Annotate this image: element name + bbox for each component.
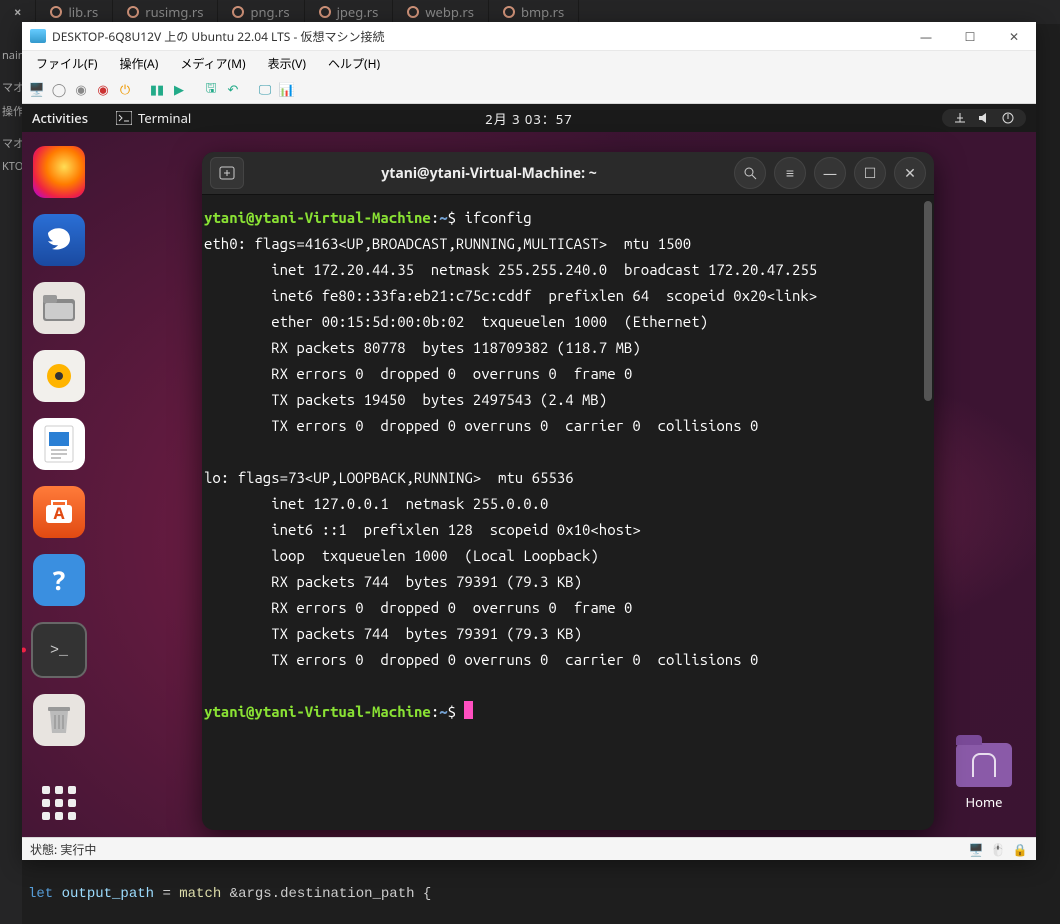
terminal-minimize[interactable]: —: [814, 157, 846, 189]
topbar-app[interactable]: Terminal: [116, 109, 191, 127]
dock-software[interactable]: A: [33, 486, 85, 538]
svg-text:A: A: [53, 502, 65, 524]
power-icon: [1000, 111, 1016, 125]
vm-icon: [30, 29, 46, 43]
terminal-scrollbar[interactable]: [924, 201, 932, 401]
terminal-header[interactable]: ytani@ytani-Virtual-Machine: ~ ≡ — ☐ ✕: [202, 152, 934, 195]
editor-tabs: × lib.rs rusimg.rs png.rs jpeg.rs webp.r…: [0, 0, 1060, 24]
status-mouse-icon[interactable]: 🖱️: [990, 841, 1006, 857]
terminal-icon: [116, 111, 132, 125]
dock-trash[interactable]: [33, 694, 85, 746]
editor-code-line: let output_path = match &args.destinatio…: [22, 886, 1060, 906]
editor-tab[interactable]: lib.rs: [36, 0, 113, 24]
terminal-title: ytani@ytani-Virtual-Machine: ~: [252, 164, 726, 183]
status-lock-icon[interactable]: 🔒: [1012, 841, 1028, 857]
dock-thunderbird[interactable]: [33, 214, 85, 266]
editor-tab[interactable]: bmp.rs: [489, 0, 579, 24]
dock-firefox[interactable]: [33, 146, 85, 198]
dock-terminal[interactable]: [31, 622, 87, 678]
terminal-output: ytani@ytani-Virtual-Machine:~$ ifconfig …: [202, 205, 930, 725]
dock-help[interactable]: ?: [33, 554, 85, 606]
gnome-dock: A ?: [22, 132, 96, 837]
dock-libreoffice[interactable]: [33, 418, 85, 470]
menu-action[interactable]: 操作(A): [109, 53, 168, 74]
gnome-desktop[interactable]: Activities Terminal 2月 3 03：57: [22, 104, 1036, 837]
cursor: [464, 701, 473, 719]
terminal-maximize[interactable]: ☐: [854, 157, 886, 189]
vm-menubar: ファイル(F) 操作(A) メディア(M) 表示(V) ヘルプ(H): [22, 51, 1036, 75]
terminal-close[interactable]: ✕: [894, 157, 926, 189]
turnoff-icon[interactable]: ◉: [94, 80, 112, 98]
editor-tab[interactable]: rusimg.rs: [113, 0, 218, 24]
editor-tab[interactable]: jpeg.rs: [305, 0, 394, 24]
search-button[interactable]: [734, 157, 766, 189]
dock-rhythmbox[interactable]: [33, 350, 85, 402]
vm-toolbar: 🖥️ ◯ ◉ ◉ ⏻ ▮▮ ▶ 🖫 ↶ 🖵 📊: [22, 75, 1036, 104]
vm-statusbar: 状態: 実行中 🖥️ 🖱️ 🔒: [22, 837, 1036, 860]
reset-icon[interactable]: ⏻: [116, 80, 134, 98]
enhanced-icon[interactable]: 🖵: [256, 80, 274, 98]
start-icon[interactable]: ▶: [170, 80, 188, 98]
minimize-button[interactable]: —: [904, 22, 948, 50]
close-button[interactable]: ✕: [992, 22, 1036, 50]
menu-help[interactable]: ヘルプ(H): [318, 53, 390, 74]
terminal-body[interactable]: ytani@ytani-Virtual-Machine:~$ ifconfig …: [202, 195, 934, 830]
share-icon[interactable]: 📊: [278, 80, 296, 98]
dock-files[interactable]: [33, 282, 85, 334]
volume-icon: [976, 111, 992, 125]
dock-show-apps[interactable]: [39, 783, 79, 823]
menu-view[interactable]: 表示(V): [258, 53, 316, 74]
gnome-topbar: Activities Terminal 2月 3 03：57: [22, 104, 1036, 132]
menu-button[interactable]: ≡: [774, 157, 806, 189]
shutdown-icon[interactable]: ◉: [72, 80, 90, 98]
menu-media[interactable]: メディア(M): [170, 53, 255, 74]
menu-file[interactable]: ファイル(F): [26, 53, 107, 74]
network-icon: [952, 111, 968, 125]
terminal-window: ytani@ytani-Virtual-Machine: ~ ≡ — ☐ ✕ y…: [202, 152, 934, 830]
status-display-icon[interactable]: 🖥️: [968, 841, 984, 857]
desktop-home-folder[interactable]: Home: [956, 743, 1012, 811]
ctrl-alt-del-icon[interactable]: 🖥️: [28, 80, 46, 98]
pause-icon[interactable]: ▮▮: [148, 80, 166, 98]
editor-tab-close[interactable]: ×: [0, 0, 36, 24]
vm-window: DESKTOP-6Q8U12V 上の Ubuntu 22.04 LTS - 仮想…: [22, 22, 1036, 860]
vm-title: DESKTOP-6Q8U12V 上の Ubuntu 22.04 LTS - 仮想…: [52, 28, 904, 45]
maximize-button[interactable]: ☐: [948, 22, 992, 50]
vm-titlebar[interactable]: DESKTOP-6Q8U12V 上の Ubuntu 22.04 LTS - 仮想…: [22, 22, 1036, 51]
activities-button[interactable]: Activities: [32, 109, 88, 127]
vm-status-text: 状態: 実行中: [30, 841, 96, 858]
stop-icon[interactable]: ◯: [50, 80, 68, 98]
clock[interactable]: 2月 3 03：57: [485, 109, 572, 128]
editor-tab[interactable]: webp.rs: [393, 0, 489, 24]
checkpoint-icon[interactable]: 🖫: [202, 80, 220, 98]
editor-tab[interactable]: png.rs: [218, 0, 304, 24]
editor-sidebar: nain マオ操作 マオ KTO: [0, 24, 22, 924]
system-tray[interactable]: [942, 109, 1026, 127]
revert-icon[interactable]: ↶: [224, 80, 242, 98]
new-tab-button[interactable]: [210, 157, 244, 189]
